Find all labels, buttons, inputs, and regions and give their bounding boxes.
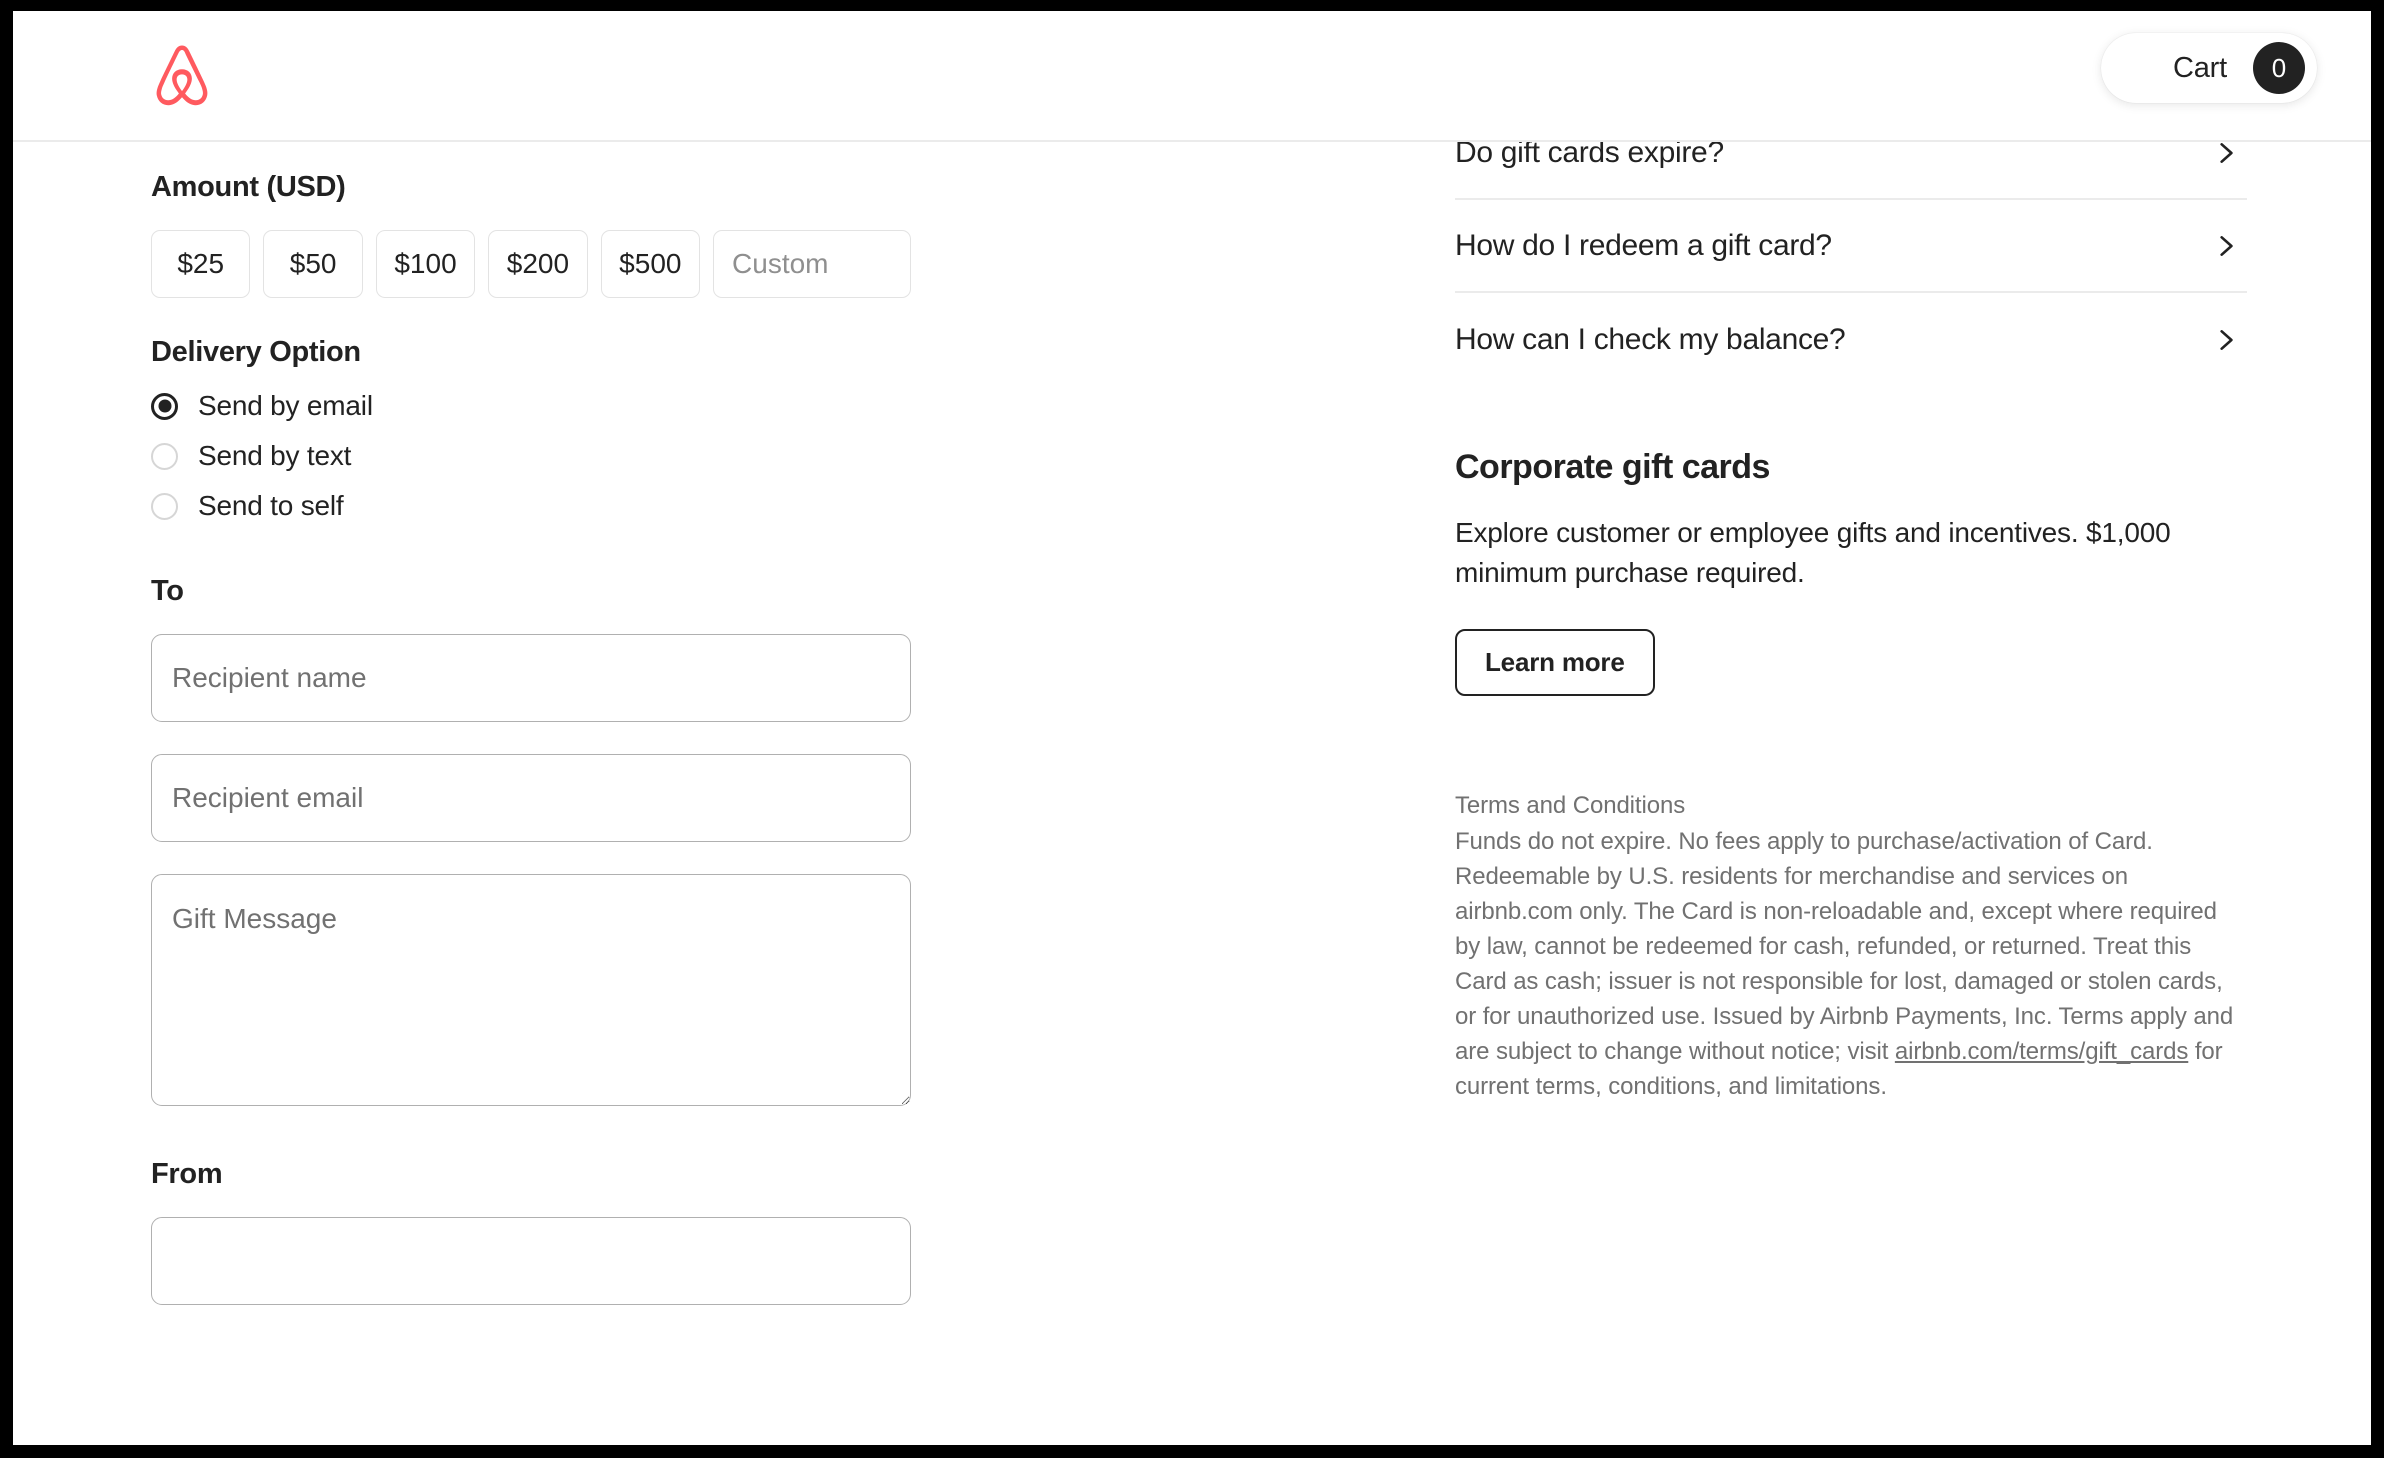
cart-label: Cart xyxy=(2173,51,2227,84)
site-header: Cart 0 xyxy=(13,11,2371,142)
radio-unselected-icon xyxy=(151,442,178,470)
amount-label: Amount (USD) xyxy=(151,171,346,203)
terms-text-before-link: Funds do not expire. No fees apply to pu… xyxy=(1455,827,2234,1065)
delivery-option-send-by-email[interactable]: Send by email xyxy=(151,381,911,431)
gift-message-textarea[interactable] xyxy=(151,874,911,1106)
amount-options-row: $25 $50 $100 $200 $500 xyxy=(151,230,912,298)
chevron-right-icon xyxy=(2213,140,2239,166)
radio-selected-icon xyxy=(151,392,178,420)
radio-unselected-icon xyxy=(151,492,178,520)
custom-amount-input[interactable] xyxy=(713,230,912,298)
delivery-option-label: Delivery Option xyxy=(151,336,361,368)
from-section-label: From xyxy=(151,1158,223,1190)
delivery-option-label: Send to self xyxy=(198,490,344,521)
corporate-title: Corporate gift cards xyxy=(1455,448,1770,486)
page-content: Amount (USD) $25 $50 $100 $200 $500 Deli… xyxy=(13,11,2371,1445)
amount-option-50[interactable]: $50 xyxy=(263,230,363,298)
faq-question: How can I check my balance? xyxy=(1455,322,1846,356)
corporate-description: Explore customer or employee gifts and i… xyxy=(1455,517,2171,588)
terms-link[interactable]: airbnb.com/terms/gift_cards xyxy=(1895,1038,2189,1065)
amount-option-500[interactable]: $500 xyxy=(600,230,701,298)
recipient-name-input[interactable] xyxy=(151,634,911,722)
learn-more-button[interactable]: Learn more xyxy=(1455,628,1655,696)
faq-item-balance[interactable]: How can I check my balance? xyxy=(1455,293,2247,386)
airbnb-logo[interactable] xyxy=(149,41,215,111)
faq-question: How do I redeem a gift card? xyxy=(1455,228,1832,262)
terms-and-conditions-block: Terms and Conditions Funds do not expire… xyxy=(1455,792,2245,1104)
browser-frame: Amount (USD) $25 $50 $100 $200 $500 Deli… xyxy=(0,0,2384,1458)
recipient-email-input[interactable] xyxy=(151,754,911,842)
page-viewport: Amount (USD) $25 $50 $100 $200 $500 Deli… xyxy=(13,11,2371,1445)
delivery-option-label: Send by text xyxy=(198,440,352,471)
cart-button[interactable]: Cart 0 xyxy=(2101,33,2317,103)
sender-name-input[interactable] xyxy=(151,1217,911,1305)
corporate-gift-cards-block: Corporate gift cards Explore customer or… xyxy=(1455,448,2247,696)
terms-body: Funds do not expire. No fees apply to pu… xyxy=(1455,824,2245,1104)
delivery-option-send-to-self[interactable]: Send to self xyxy=(151,481,911,531)
chevron-right-icon xyxy=(2213,233,2239,259)
chevron-right-icon xyxy=(2213,327,2239,353)
faq-list: Do gift cards expire? How do I redeem a … xyxy=(1455,107,2247,386)
amount-option-25[interactable]: $25 xyxy=(151,230,251,298)
to-section-label: To xyxy=(151,575,184,607)
delivery-option-label: Send by email xyxy=(198,390,373,421)
gift-card-form: Amount (USD) $25 $50 $100 $200 $500 Deli… xyxy=(151,171,912,1305)
faq-item-redeem[interactable]: How do I redeem a gift card? xyxy=(1455,200,2247,293)
delivery-option-send-by-text[interactable]: Send by text xyxy=(151,431,911,481)
terms-title: Terms and Conditions xyxy=(1455,791,1686,819)
cart-count-badge: 0 xyxy=(2253,42,2305,94)
sidebar-info-column: Do gift cards expire? How do I redeem a … xyxy=(1455,11,2247,1104)
amount-option-200[interactable]: $200 xyxy=(488,230,588,298)
amount-option-100[interactable]: $100 xyxy=(375,230,476,298)
